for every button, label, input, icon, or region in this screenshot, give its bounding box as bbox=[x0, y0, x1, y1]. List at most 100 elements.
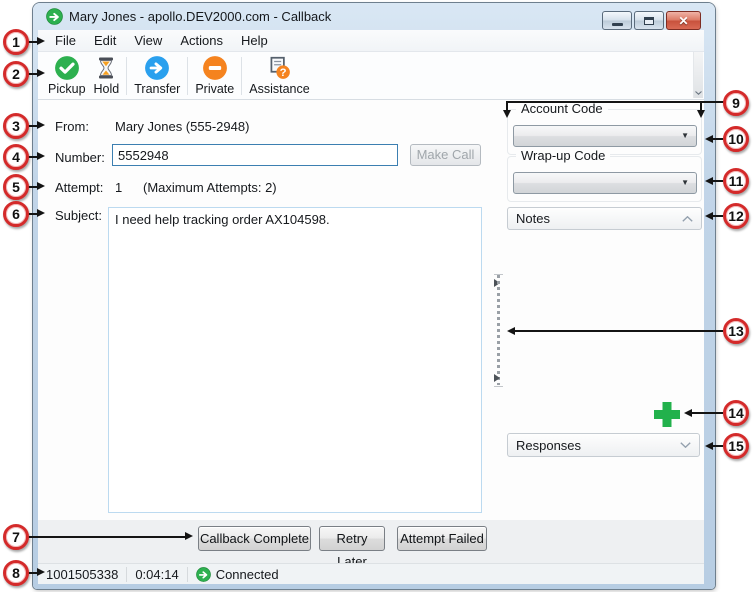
number-label: Number: bbox=[55, 150, 105, 165]
menu-edit[interactable]: Edit bbox=[85, 31, 125, 50]
arrow-right-icon bbox=[37, 152, 45, 160]
dropdown-arrow-icon: ▼ bbox=[681, 179, 689, 187]
splitter-collapse-arrow-icon[interactable] bbox=[494, 374, 500, 382]
notes-expander[interactable]: Notes bbox=[507, 207, 702, 230]
callout-12-arrow bbox=[712, 215, 723, 217]
maximize-icon bbox=[644, 17, 654, 25]
connected-status-icon bbox=[196, 567, 211, 582]
private-button[interactable]: Private bbox=[191, 54, 238, 98]
status-account-number: 1001505338 bbox=[38, 567, 127, 582]
retry-later-button[interactable]: Retry Later bbox=[319, 526, 385, 551]
wrapup-code-group-label: Wrap-up Code bbox=[516, 148, 610, 163]
blue-arrow-circle-icon bbox=[144, 55, 170, 81]
chevron-down-icon bbox=[680, 442, 691, 448]
title-bar[interactable]: Mary Jones - apollo.DEV2000.com - Callba… bbox=[33, 3, 715, 30]
make-call-button[interactable]: Make Call bbox=[410, 144, 481, 166]
notes-expander-label: Notes bbox=[516, 211, 550, 226]
callout-3: 3 bbox=[3, 113, 29, 139]
arrow-right-icon bbox=[37, 209, 45, 217]
green-check-circle-icon bbox=[54, 55, 80, 81]
callout-5: 5 bbox=[3, 174, 29, 200]
chevron-up-icon bbox=[682, 216, 693, 222]
account-code-group-label: Account Code bbox=[516, 101, 608, 116]
transfer-label: Transfer bbox=[134, 82, 180, 96]
arrow-down-icon bbox=[697, 110, 705, 118]
account-code-select[interactable]: ▼ bbox=[513, 125, 697, 147]
menu-bar: File Edit View Actions Help bbox=[38, 30, 704, 52]
responses-expander-label: Responses bbox=[516, 438, 581, 453]
responses-expander[interactable]: Responses bbox=[507, 433, 700, 457]
arrow-right-icon bbox=[37, 69, 45, 77]
callback-complete-button[interactable]: Callback Complete bbox=[198, 526, 311, 551]
pickup-button[interactable]: Pickup bbox=[44, 54, 90, 98]
arrow-right-icon bbox=[37, 37, 45, 45]
toolbar-separator bbox=[187, 57, 188, 95]
hold-label: Hold bbox=[94, 82, 120, 96]
toolbar-overflow-button[interactable] bbox=[693, 52, 703, 98]
minimize-icon bbox=[612, 23, 623, 26]
callout-8: 8 bbox=[3, 560, 29, 586]
pickup-label: Pickup bbox=[48, 82, 86, 96]
callout-12: 12 bbox=[723, 203, 749, 229]
chevron-down-icon bbox=[695, 91, 702, 95]
close-button[interactable]: ✕ bbox=[666, 11, 701, 30]
attempt-max-note: (Maximum Attempts: 2) bbox=[143, 180, 277, 195]
add-response-plus-icon[interactable] bbox=[652, 400, 682, 429]
wrapup-code-select[interactable]: ▼ bbox=[513, 172, 697, 194]
callout-6: 6 bbox=[3, 201, 29, 227]
callout-14: 14 bbox=[723, 400, 749, 426]
splitter-handle[interactable] bbox=[497, 275, 500, 385]
arrow-down-icon bbox=[503, 110, 511, 118]
assistance-button[interactable]: ? Assistance bbox=[245, 54, 313, 98]
callout-15-arrow bbox=[712, 445, 723, 447]
maximize-button[interactable] bbox=[634, 11, 664, 30]
callout-14-arrow bbox=[691, 412, 723, 414]
toolbar-separator bbox=[126, 57, 127, 95]
orange-minus-circle-icon bbox=[202, 55, 228, 81]
minimize-button[interactable] bbox=[602, 11, 632, 30]
hold-button[interactable]: Hold bbox=[90, 54, 124, 98]
arrow-right-icon bbox=[37, 182, 45, 190]
callout-13: 13 bbox=[723, 318, 749, 344]
callout-9: 9 bbox=[723, 90, 749, 116]
callout-7: 7 bbox=[3, 524, 29, 550]
toolbar: Pickup Hold Transfer bbox=[38, 52, 704, 100]
menu-view[interactable]: View bbox=[125, 31, 171, 50]
assistance-label: Assistance bbox=[249, 82, 309, 96]
dropdown-arrow-icon: ▼ bbox=[681, 132, 689, 140]
arrow-right-icon bbox=[37, 121, 45, 129]
arrow-right-icon bbox=[185, 532, 193, 540]
annotated-screenshot-stage: Mary Jones - apollo.DEV2000.com - Callba… bbox=[0, 0, 754, 592]
callout-10: 10 bbox=[723, 126, 749, 152]
status-connection-state: Connected bbox=[216, 567, 279, 582]
status-bar: 1001505338 0:04:14 Connected bbox=[38, 563, 704, 584]
menu-file[interactable]: File bbox=[46, 31, 85, 50]
private-label: Private bbox=[195, 82, 234, 96]
callout-7-arrow bbox=[27, 536, 186, 538]
callout-4: 4 bbox=[3, 144, 29, 170]
hourglass-icon bbox=[94, 55, 118, 81]
menu-help[interactable]: Help bbox=[232, 31, 277, 50]
number-input[interactable] bbox=[112, 144, 398, 166]
callout-13-arrow bbox=[514, 330, 723, 332]
menu-actions[interactable]: Actions bbox=[171, 31, 232, 50]
arrow-right-icon bbox=[37, 568, 45, 576]
form-question-icon: ? bbox=[266, 55, 292, 81]
attempt-label: Attempt: bbox=[55, 180, 103, 195]
callout-11-arrow bbox=[712, 180, 723, 182]
window-title: Mary Jones - apollo.DEV2000.com - Callba… bbox=[69, 9, 331, 24]
close-icon: ✕ bbox=[678, 15, 688, 27]
from-value: Mary Jones (555-2948) bbox=[115, 119, 249, 134]
attempt-failed-button[interactable]: Attempt Failed bbox=[397, 526, 487, 551]
svg-text:?: ? bbox=[280, 67, 287, 79]
subject-textarea[interactable]: I need help tracking order AX104598. bbox=[108, 207, 482, 513]
subject-label: Subject: bbox=[55, 208, 102, 223]
callout-1: 1 bbox=[3, 29, 29, 55]
transfer-button[interactable]: Transfer bbox=[130, 54, 184, 98]
toolbar-separator bbox=[241, 57, 242, 95]
attempt-value: 1 bbox=[115, 180, 122, 195]
callback-window: Mary Jones - apollo.DEV2000.com - Callba… bbox=[33, 3, 715, 589]
callout-2: 2 bbox=[3, 61, 29, 87]
callout-9-arrow bbox=[507, 101, 724, 103]
splitter-tick bbox=[494, 386, 503, 387]
